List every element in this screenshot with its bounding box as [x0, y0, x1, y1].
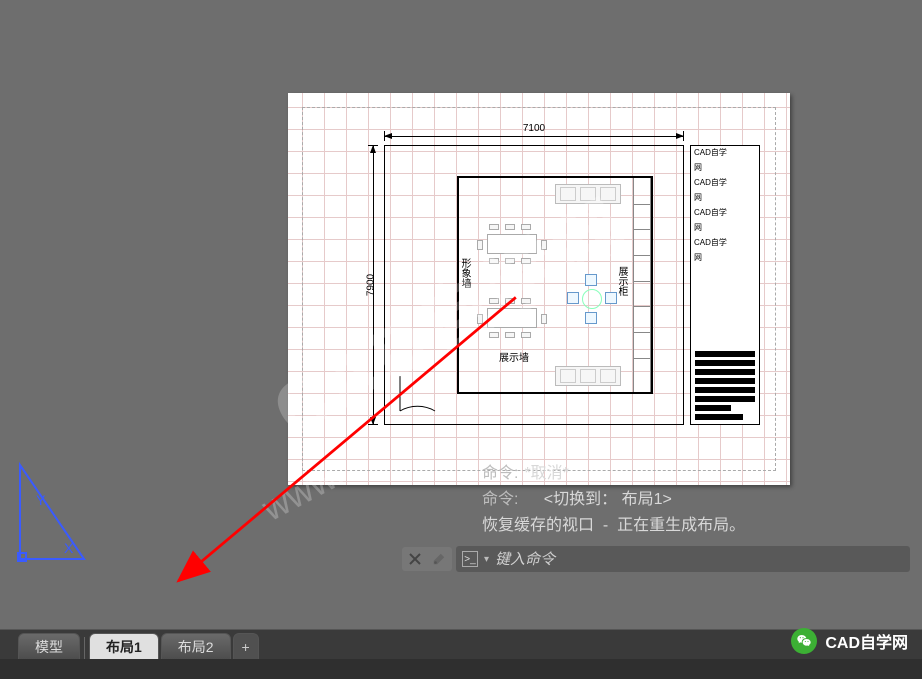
- layout-canvas[interactable]: 7100 7900: [0, 0, 922, 631]
- door-swing: [395, 366, 445, 416]
- sofa-top: [555, 184, 621, 204]
- viewport-frame: 形象墙 展示柜 展示墙: [384, 145, 684, 425]
- tab-layout1[interactable]: 布局1: [89, 633, 159, 659]
- tab-model[interactable]: 模型: [18, 633, 80, 659]
- layout-tab-bar: 模型 布局1 布局2 +: [0, 629, 922, 659]
- command-bar: >_ ▾: [402, 545, 910, 573]
- brand-badge: CAD自学网: [791, 627, 908, 655]
- label-image-wall: 形象墙: [457, 258, 472, 288]
- wechat-icon: [791, 628, 817, 654]
- customize-icon[interactable]: [430, 550, 448, 568]
- command-history: 命令:*取消* 命令: <切换到： 布局1> 恢复缓存的视口 - 正在重生成布局…: [482, 461, 902, 539]
- svg-text:Y: Y: [36, 492, 46, 508]
- dining-set-1: [477, 224, 547, 264]
- dining-set-2: [477, 298, 547, 338]
- dim-top-value: 7100: [523, 123, 545, 134]
- command-prompt-icon: >_: [462, 551, 478, 567]
- dropdown-icon[interactable]: ▾: [484, 554, 489, 565]
- display-cabinet: [633, 178, 651, 392]
- command-tools: [402, 547, 452, 571]
- label-display: 展示柜: [614, 266, 629, 296]
- title-block: CAD自学 网 CAD自学 网 CAD自学 网 CAD自学 网: [690, 145, 760, 425]
- status-bar: [0, 659, 922, 679]
- dimension-top: 7100: [384, 129, 684, 143]
- sofa-bottom: [555, 366, 621, 386]
- dimension-left: 7900: [366, 145, 380, 425]
- tab-layout2[interactable]: 布局2: [161, 633, 231, 659]
- tab-add-layout[interactable]: +: [233, 633, 259, 659]
- paper-sheet: 7100 7900: [288, 93, 790, 485]
- command-input[interactable]: [495, 551, 904, 568]
- label-display-bottom: 展示墙: [499, 349, 529, 364]
- brand-text: CAD自学网: [825, 629, 908, 653]
- round-table: [567, 274, 617, 324]
- svg-text:X: X: [64, 540, 74, 556]
- room-outline: 形象墙 展示柜 展示墙: [457, 176, 653, 394]
- ucs-icon: Y X: [12, 455, 92, 565]
- dim-left-value: 7900: [366, 274, 377, 296]
- close-commandline-icon[interactable]: [406, 550, 424, 568]
- command-input-container[interactable]: >_ ▾: [456, 546, 910, 572]
